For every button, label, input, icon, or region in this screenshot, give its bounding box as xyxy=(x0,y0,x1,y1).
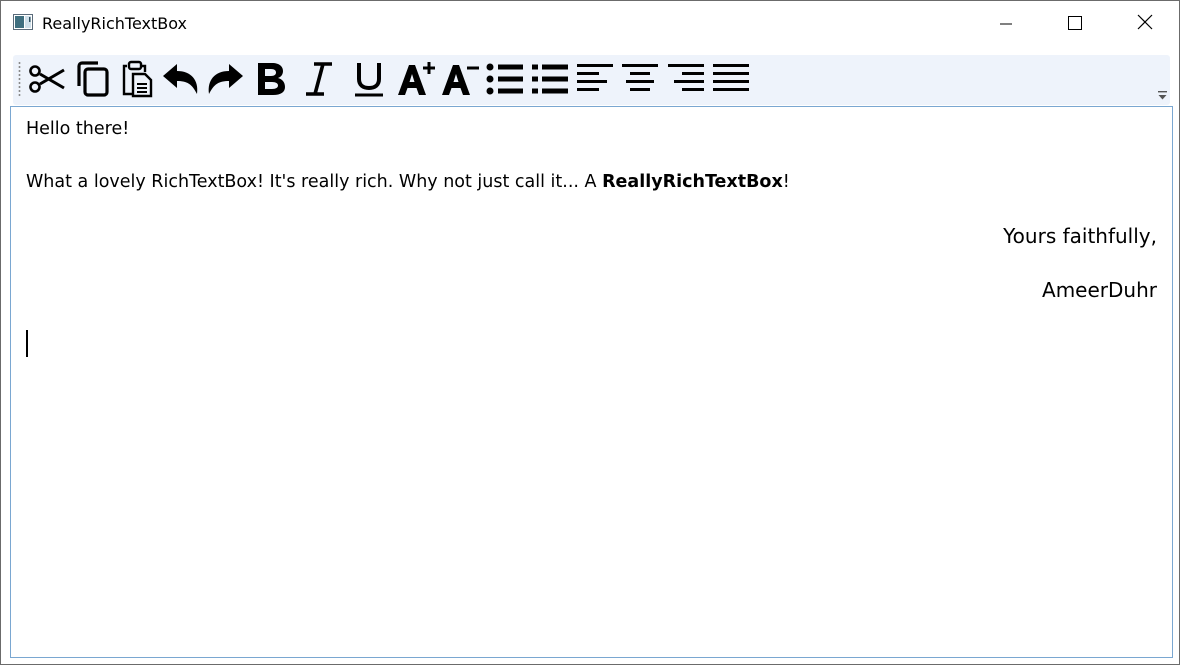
align-right-icon xyxy=(667,62,705,96)
body-text-bold: ReallyRichTextBox xyxy=(602,172,783,192)
paste-icon xyxy=(120,60,154,98)
italic-button[interactable] xyxy=(297,59,341,99)
app-window: ReallyRichTextBox Hello there! What a lo… xyxy=(0,0,1180,665)
justify-button[interactable] xyxy=(709,59,753,99)
toolbar-overflow-icon xyxy=(1157,85,1167,104)
closing-text: Yours faithfully, xyxy=(1003,224,1157,248)
minimize-icon xyxy=(1000,15,1012,34)
bulleted-list-icon xyxy=(486,62,524,96)
redo-button[interactable] xyxy=(203,59,247,99)
italic-icon xyxy=(304,60,334,98)
align-center-icon xyxy=(621,62,659,96)
underline-icon xyxy=(354,60,384,98)
minimize-button[interactable] xyxy=(983,1,1029,47)
close-icon xyxy=(1137,14,1153,34)
maximize-icon xyxy=(1068,15,1082,34)
signature-text: AmeerDuhr xyxy=(1042,278,1157,302)
toolbar-grip[interactable] xyxy=(18,61,21,97)
paragraph-signature: AmeerDuhr xyxy=(26,278,1157,302)
cut-button[interactable] xyxy=(25,59,69,99)
align-center-button[interactable] xyxy=(618,59,662,99)
copy-icon xyxy=(74,60,112,98)
font-decrease-icon xyxy=(441,60,481,98)
window-title: ReallyRichTextBox xyxy=(42,14,188,33)
font-increase-icon xyxy=(397,60,437,98)
decrease-font-button[interactable] xyxy=(439,59,483,99)
bold-button[interactable] xyxy=(249,59,293,99)
numbered-list-icon xyxy=(531,62,569,96)
align-left-icon xyxy=(576,62,614,96)
paragraph-greeting: Hello there! xyxy=(26,119,1157,139)
redo-icon xyxy=(205,62,245,96)
numbering-button[interactable] xyxy=(528,59,572,99)
paste-button[interactable] xyxy=(115,59,159,99)
scissors-icon xyxy=(28,62,66,96)
text-caret xyxy=(26,330,28,357)
title-bar[interactable]: ReallyRichTextBox xyxy=(1,1,1179,47)
align-right-button[interactable] xyxy=(664,59,708,99)
close-button[interactable] xyxy=(1122,1,1168,47)
copy-button[interactable] xyxy=(71,59,115,99)
greeting-text: Hello there! xyxy=(26,119,130,139)
increase-font-button[interactable] xyxy=(395,59,439,99)
toolbar xyxy=(13,55,1170,105)
bullets-button[interactable] xyxy=(483,59,527,99)
align-justify-icon xyxy=(712,62,750,96)
paragraph-body: What a lovely RichTextBox! It's really r… xyxy=(26,172,1157,192)
underline-button[interactable] xyxy=(347,59,391,99)
toolbar-overflow-button[interactable] xyxy=(1156,87,1168,101)
bold-icon xyxy=(254,60,288,98)
undo-button[interactable] xyxy=(159,59,203,99)
undo-icon xyxy=(161,62,201,96)
align-left-button[interactable] xyxy=(573,59,617,99)
body-text-before: What a lovely RichTextBox! It's really r… xyxy=(26,172,603,192)
maximize-button[interactable] xyxy=(1052,1,1098,47)
paragraph-closing: Yours faithfully, xyxy=(26,224,1157,248)
body-text-after: ! xyxy=(782,172,790,192)
rich-text-editor[interactable]: Hello there! What a lovely RichTextBox! … xyxy=(10,106,1173,658)
app-icon xyxy=(13,14,33,30)
